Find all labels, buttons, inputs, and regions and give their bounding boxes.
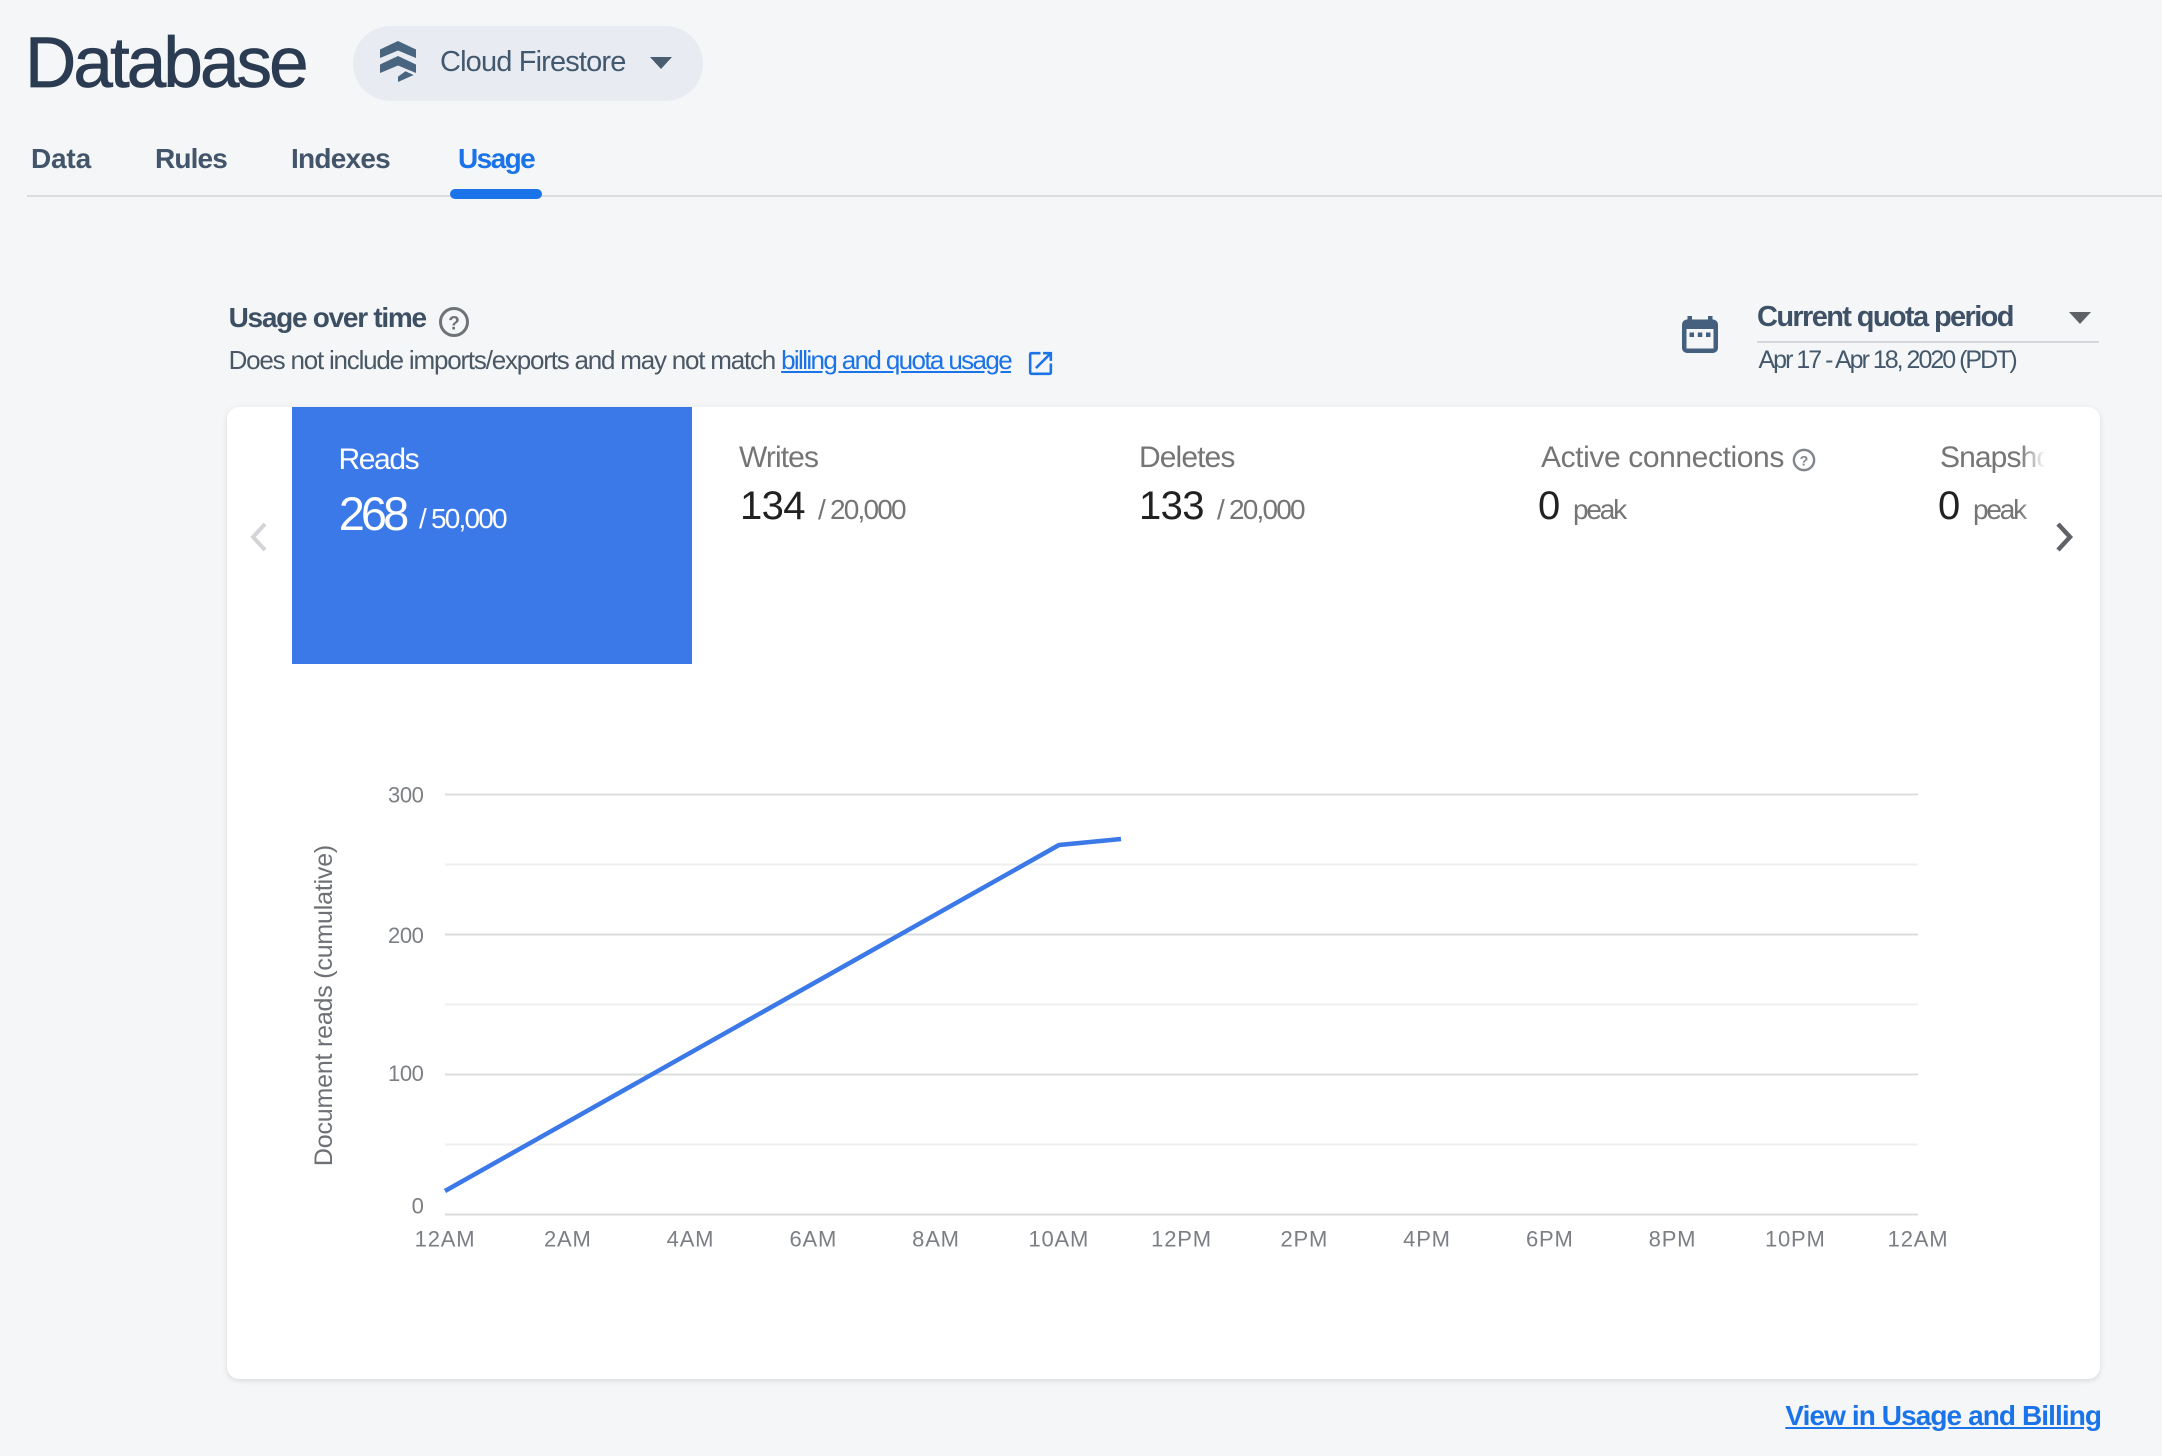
svg-text:100: 100 [388,1061,424,1086]
svg-text:12AM: 12AM [415,1227,476,1252]
svg-text:4AM: 4AM [667,1227,715,1252]
svg-text:2AM: 2AM [544,1227,592,1252]
svg-text:10AM: 10AM [1028,1227,1089,1252]
svg-text:200: 200 [388,923,424,948]
svg-text:12AM: 12AM [1888,1227,1949,1252]
svg-text:Document reads (cumulative): Document reads (cumulative) [310,845,338,1166]
svg-text:4PM: 4PM [1403,1227,1451,1252]
svg-text:8AM: 8AM [912,1227,960,1252]
svg-text:?: ? [448,313,460,334]
svg-text:6PM: 6PM [1526,1227,1574,1252]
svg-text:0: 0 [412,1194,424,1219]
svg-text:?: ? [1800,454,1809,470]
svg-text:8PM: 8PM [1649,1227,1697,1252]
svg-text:6AM: 6AM [789,1227,837,1252]
svg-text:300: 300 [388,783,424,808]
svg-text:10PM: 10PM [1765,1227,1826,1252]
svg-text:12PM: 12PM [1151,1227,1212,1252]
svg-text:2PM: 2PM [1280,1227,1328,1252]
